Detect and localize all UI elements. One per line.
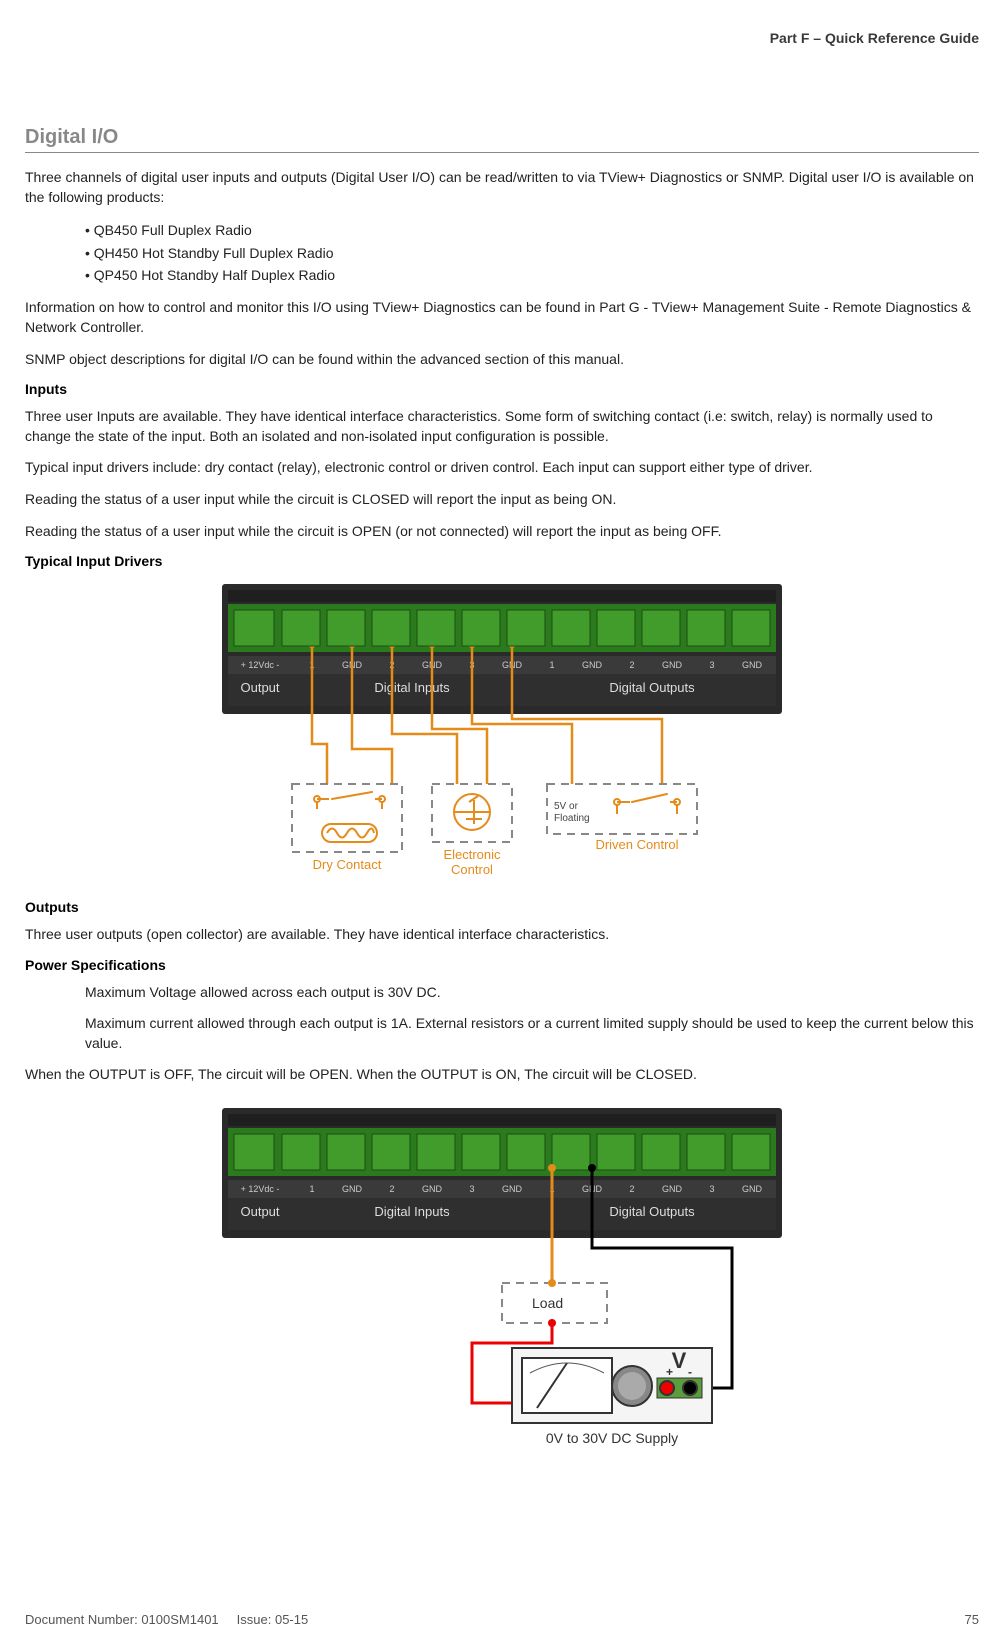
- svg-text:+ 12Vdc -: + 12Vdc -: [241, 660, 280, 670]
- inputs-p2: Typical input drivers include: dry conta…: [25, 458, 979, 478]
- svg-text:1: 1: [309, 1184, 314, 1194]
- electronic-control-label: Electronic: [443, 847, 501, 862]
- power-spec-heading: Power Specifications: [25, 957, 979, 973]
- part-header: Part F – Quick Reference Guide: [25, 30, 979, 46]
- supply-label: 0V to 30V DC Supply: [546, 1430, 678, 1446]
- power-spec-p2: Maximum current allowed through each out…: [85, 1014, 979, 1053]
- svg-text:+ 12Vdc -: + 12Vdc -: [241, 1184, 280, 1194]
- product-item: QP450 Hot Standby Half Duplex Radio: [85, 264, 979, 286]
- power-spec-p1: Maximum Voltage allowed across each outp…: [85, 983, 979, 1003]
- svg-text:Output: Output: [240, 1204, 279, 1219]
- driven-control-label: Driven Control: [595, 837, 678, 852]
- svg-text:1: 1: [549, 660, 554, 670]
- input-drivers-svg: + 12Vdc - 1 GND 2 GND 3 GND 1 GND 2 GND …: [222, 584, 782, 874]
- svg-text:GND: GND: [742, 660, 763, 670]
- svg-text:3: 3: [469, 1184, 474, 1194]
- svg-text:2: 2: [629, 660, 634, 670]
- svg-text:GND: GND: [662, 660, 683, 670]
- doc-number: Document Number: 0100SM1401: [25, 1612, 219, 1627]
- page-number: 75: [965, 1612, 979, 1627]
- outputs-p2: When the OUTPUT is OFF, The circuit will…: [25, 1065, 979, 1085]
- svg-text:GND: GND: [742, 1184, 763, 1194]
- page-footer: Document Number: 0100SM1401 Issue: 05-15…: [25, 1612, 979, 1627]
- inputs-heading: Inputs: [25, 381, 979, 397]
- svg-text:Digital Inputs: Digital Inputs: [374, 1204, 450, 1219]
- svg-text:-: -: [688, 1365, 692, 1379]
- inputs-p3: Reading the status of a user input while…: [25, 490, 979, 510]
- issue-number: Issue: 05-15: [237, 1612, 309, 1627]
- svg-text:Digital Inputs: Digital Inputs: [374, 680, 450, 695]
- intro-paragraph-3: SNMP object descriptions for digital I/O…: [25, 350, 979, 370]
- intro-paragraph-2: Information on how to control and monito…: [25, 298, 979, 337]
- svg-text:V: V: [672, 1348, 687, 1373]
- svg-text:GND: GND: [342, 1184, 363, 1194]
- svg-text:GND: GND: [582, 660, 603, 670]
- svg-text:Floating: Floating: [554, 813, 590, 824]
- voltage-note: 5V or: [554, 801, 579, 812]
- svg-text:2: 2: [389, 1184, 394, 1194]
- load-label: Load: [532, 1295, 563, 1311]
- product-item: QB450 Full Duplex Radio: [85, 219, 979, 241]
- svg-text:+: +: [666, 1365, 673, 1379]
- outputs-p1: Three user outputs (open collector) are …: [25, 925, 979, 945]
- intro-paragraph-1: Three channels of digital user inputs an…: [25, 168, 979, 207]
- dry-contact-label: Dry Contact: [313, 857, 382, 872]
- diagram-input-drivers: + 12Vdc - 1 GND 2 GND 3 GND 1 GND 2 GND …: [25, 584, 979, 879]
- svg-text:GND: GND: [422, 1184, 443, 1194]
- output-diagram-svg: + 12Vdc - 1 GND 2 GND 3 GND 1 GND 2 GND …: [222, 1108, 782, 1448]
- typical-drivers-heading: Typical Input Drivers: [25, 553, 979, 569]
- svg-text:Output: Output: [240, 680, 279, 695]
- inputs-p1: Three user Inputs are available. They ha…: [25, 407, 979, 446]
- outputs-heading: Outputs: [25, 899, 979, 915]
- svg-text:Digital Outputs: Digital Outputs: [609, 680, 695, 695]
- section-title: Digital I/O: [25, 126, 979, 153]
- svg-text:3: 3: [709, 660, 714, 670]
- svg-text:GND: GND: [662, 1184, 683, 1194]
- svg-text:Control: Control: [451, 862, 493, 874]
- diagram-output: + 12Vdc - 1 GND 2 GND 3 GND 1 GND 2 GND …: [25, 1100, 979, 1453]
- products-list: QB450 Full Duplex Radio QH450 Hot Standb…: [85, 219, 979, 286]
- svg-text:GND: GND: [502, 1184, 523, 1194]
- svg-text:3: 3: [709, 1184, 714, 1194]
- inputs-p4: Reading the status of a user input while…: [25, 522, 979, 542]
- svg-text:Digital Outputs: Digital Outputs: [609, 1204, 695, 1219]
- svg-text:2: 2: [629, 1184, 634, 1194]
- product-item: QH450 Hot Standby Full Duplex Radio: [85, 242, 979, 264]
